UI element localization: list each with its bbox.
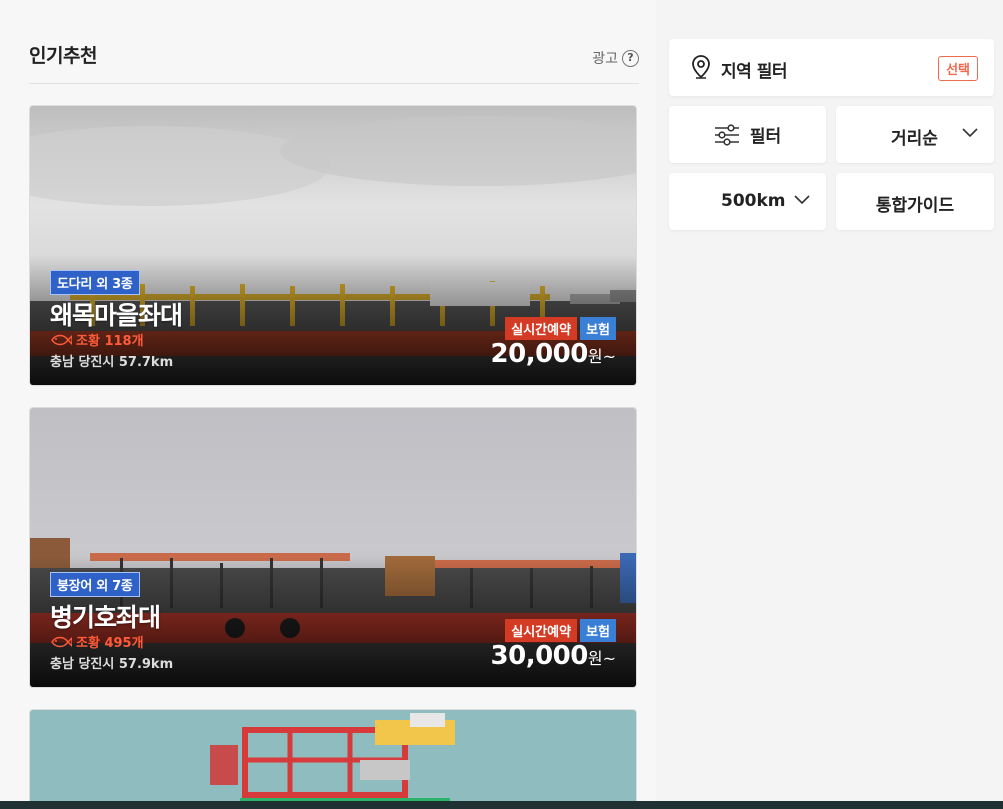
filter-label: 필터: [749, 127, 782, 147]
price-unit: 원~: [587, 347, 616, 366]
filter-button[interactable]: 필터: [669, 106, 826, 163]
price-unit: 원~: [587, 649, 616, 668]
bottom-bar: [0, 801, 1003, 809]
distance-label: 500km: [721, 191, 786, 211]
section-title: 인기추천: [29, 45, 97, 67]
section-header: 인기추천 광고 ?: [29, 30, 639, 84]
card-title: 병기호좌대: [50, 603, 161, 632]
integrated-guide-button[interactable]: 통합가이드: [836, 173, 994, 230]
location-text: 충남 당진시 57.9km: [50, 657, 174, 672]
ad-label-text: 광고: [592, 51, 618, 67]
price: 20,000 원~: [491, 339, 616, 369]
fish-icon: [51, 334, 72, 345]
listing-photo: [30, 710, 636, 808]
catch-text: 조황 118개: [76, 334, 144, 349]
region-filter[interactable]: 지역 필터 선택: [669, 39, 994, 96]
ad-label[interactable]: 광고 ?: [592, 48, 639, 68]
fish-icon: [51, 636, 72, 647]
listing-card[interactable]: [29, 709, 637, 809]
distance-dropdown[interactable]: 500km: [669, 173, 826, 230]
location-pin-icon: [692, 55, 710, 79]
chevron-down-icon: [962, 128, 978, 138]
fish-species-tag: 도다리 외 3종: [50, 270, 140, 295]
realtime-booking-badge: 실시간예약: [505, 619, 578, 642]
catch-count: 조황 495개: [50, 632, 144, 651]
fish-species-tag: 붕장어 외 7종: [50, 572, 140, 597]
price-value: 30,000: [490, 641, 589, 671]
region-select-button[interactable]: 선택: [938, 56, 978, 81]
recommend-section: 인기추천 광고 ? 도다리 외 3종 왜목마을좌대 조황 118개 충남 당진시…: [0, 0, 656, 809]
price: 30,000 원~: [491, 641, 616, 671]
badges: 실시간예약 보험: [505, 317, 616, 340]
badges: 실시간예약 보험: [505, 619, 616, 642]
sort-dropdown[interactable]: 거리순: [836, 106, 994, 163]
sliders-icon: [714, 123, 739, 146]
realtime-booking-badge: 실시간예약: [505, 317, 578, 340]
listing-card[interactable]: 붕장어 외 7종 병기호좌대 조황 495개 충남 당진시 57.9km 실시간…: [29, 407, 637, 688]
help-icon[interactable]: ?: [622, 49, 639, 67]
region-filter-label: 지역 필터: [721, 62, 787, 82]
chevron-down-icon: [794, 195, 810, 205]
sort-label: 거리순: [891, 129, 938, 149]
listing-card[interactable]: 도다리 외 3종 왜목마을좌대 조황 118개 충남 당진시 57.7km 실시…: [29, 105, 637, 386]
insurance-badge: 보험: [580, 317, 616, 340]
guide-label: 통합가이드: [875, 196, 955, 216]
catch-count: 조황 118개: [50, 330, 144, 349]
price-value: 20,000: [490, 339, 589, 369]
catch-text: 조황 495개: [76, 636, 144, 651]
card-title: 왜목마을좌대: [50, 301, 183, 330]
insurance-badge: 보험: [580, 619, 616, 642]
location-text: 충남 당진시 57.7km: [50, 355, 174, 370]
